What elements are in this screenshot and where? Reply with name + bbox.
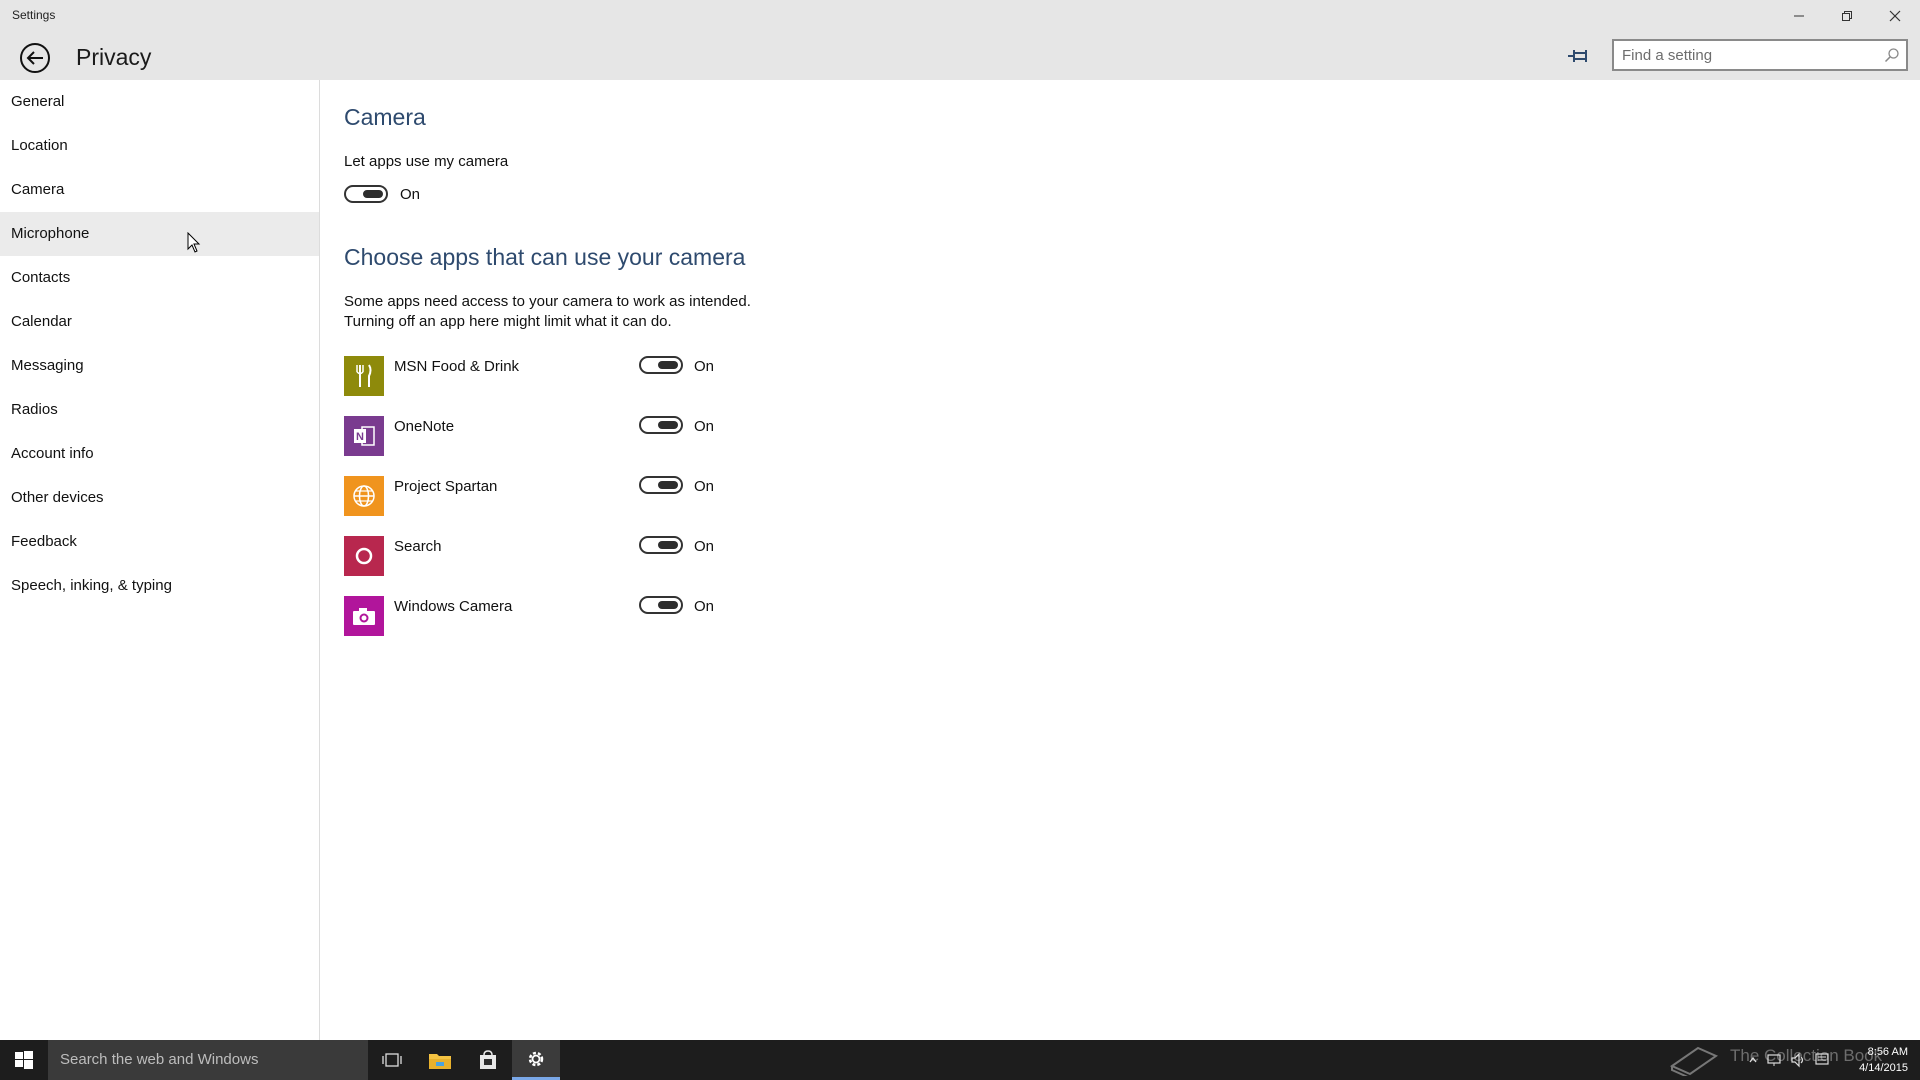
find-setting-search[interactable] [1612, 39, 1908, 71]
let-apps-toggle-state: On [400, 186, 421, 203]
app-toggle-state: On [694, 418, 715, 435]
action-center-icon[interactable] [1814, 1052, 1830, 1068]
close-icon [1889, 10, 1901, 22]
store-button[interactable] [464, 1040, 512, 1080]
search-app-toggle[interactable] [639, 536, 683, 554]
toggle-knob [658, 481, 678, 489]
start-button[interactable] [0, 1040, 48, 1080]
restore-button[interactable] [1824, 0, 1870, 32]
let-apps-use-camera-toggle[interactable] [344, 185, 388, 203]
sidebar-item-radios[interactable]: Radios [0, 388, 319, 432]
app-name: Search [394, 538, 442, 555]
file-explorer-button[interactable] [416, 1040, 464, 1080]
taskbar: Search the web and Windows The Collectio… [0, 1040, 1920, 1080]
msn-food-drink-toggle[interactable] [639, 356, 683, 374]
store-bag-icon [480, 1050, 496, 1069]
task-view-button[interactable] [368, 1040, 416, 1080]
system-tray [1748, 1052, 1830, 1068]
choose-apps-heading: Choose apps that can use your camera [344, 244, 746, 270]
minimize-button[interactable] [1776, 0, 1822, 32]
sidebar-item-speech-inking-typing[interactable]: Speech, inking, & typing [0, 564, 319, 608]
let-apps-use-camera-label: Let apps use my camera [344, 153, 509, 170]
project-spartan-toggle[interactable] [639, 476, 683, 494]
close-button[interactable] [1872, 0, 1918, 32]
page-title: Privacy [76, 44, 152, 70]
search-ring-icon [355, 547, 373, 565]
find-setting-input[interactable] [1614, 41, 1864, 69]
app-toggle-state: On [694, 538, 715, 555]
app-toggle-state: On [694, 478, 715, 495]
description-line: Turning off an app here might limit what… [344, 313, 672, 330]
network-icon[interactable] [1766, 1052, 1782, 1068]
project-spartan-tile [344, 476, 384, 516]
title-bar: Settings [0, 0, 1920, 32]
toggle-knob [363, 190, 383, 198]
app-toggle-state: On [694, 358, 715, 375]
pin-icon [1568, 50, 1587, 62]
pin-to-start-button[interactable] [1566, 46, 1590, 66]
sidebar-item-camera[interactable]: Camera [0, 168, 319, 212]
onenote-tile: N [344, 416, 384, 456]
app-row-windows-camera: Windows Camera On [344, 596, 764, 640]
sidebar-item-microphone[interactable]: Microphone [0, 212, 319, 256]
clock-time: 8:56 AM [1867, 1046, 1908, 1058]
back-button[interactable] [18, 41, 52, 75]
sidebar-item-messaging[interactable]: Messaging [0, 344, 319, 388]
app-name: MSN Food & Drink [394, 358, 520, 375]
window-title: Settings [12, 8, 56, 22]
choose-apps-description: Some apps need access to your camera to … [344, 292, 751, 332]
onenote-icon: N [354, 426, 375, 446]
food-drink-icon [356, 364, 372, 387]
book-logo-icon [1669, 1046, 1719, 1076]
volume-icon[interactable] [1790, 1052, 1806, 1068]
toggle-knob [658, 601, 678, 609]
sidebar-item-location[interactable]: Location [0, 124, 319, 168]
gear-icon [528, 1051, 544, 1066]
mouse-cursor-icon [187, 232, 201, 253]
settings-taskbar-button[interactable] [512, 1040, 560, 1080]
task-view-icon [382, 1053, 402, 1067]
show-hidden-icons-chevron-icon[interactable] [1748, 1052, 1758, 1068]
description-line: Some apps need access to your camera to … [344, 293, 751, 310]
toggle-knob [658, 421, 678, 429]
globe-icon [353, 485, 375, 507]
privacy-sidebar: General Location Camera Microphone Conta… [0, 80, 320, 1040]
app-row-project-spartan: Project Spartan On [344, 476, 764, 520]
taskbar-search-placeholder: Search the web and Windows [60, 1051, 259, 1068]
sidebar-item-contacts[interactable]: Contacts [0, 256, 319, 300]
restore-icon [1842, 11, 1852, 21]
windows-logo-icon [15, 1051, 33, 1069]
app-row-search: Search On [344, 536, 764, 580]
sidebar-item-account-info[interactable]: Account info [0, 432, 319, 476]
minimize-icon [1794, 15, 1804, 17]
svg-text:N: N [356, 431, 364, 443]
search-app-tile [344, 536, 384, 576]
search-icon[interactable] [1884, 47, 1900, 63]
app-row-msn-food-drink: MSN Food & Drink On [344, 356, 764, 400]
windows-camera-tile [344, 596, 384, 636]
app-name: Project Spartan [394, 478, 498, 495]
toggle-knob [658, 361, 678, 369]
onenote-toggle[interactable] [639, 416, 683, 434]
msn-food-drink-tile [344, 356, 384, 396]
app-name: OneNote [394, 418, 455, 435]
taskbar-clock[interactable]: 8:56 AM 4/14/2015 [1848, 1044, 1908, 1076]
sidebar-item-feedback[interactable]: Feedback [0, 520, 319, 564]
app-toggle-state: On [694, 598, 715, 615]
sidebar-item-calendar[interactable]: Calendar [0, 300, 319, 344]
app-name: Windows Camera [394, 598, 513, 615]
windows-camera-toggle[interactable] [639, 596, 683, 614]
taskbar-search-box[interactable]: Search the web and Windows [48, 1040, 368, 1080]
folder-icon [429, 1054, 451, 1069]
sidebar-item-other-devices[interactable]: Other devices [0, 476, 319, 520]
camera-icon [353, 608, 375, 625]
sidebar-item-general[interactable]: General [0, 80, 319, 124]
toggle-knob [658, 541, 678, 549]
camera-heading: Camera [344, 104, 426, 130]
page-header: Privacy [0, 32, 1920, 80]
app-row-onenote: N OneNote On [344, 416, 764, 460]
clock-date: 4/14/2015 [1859, 1062, 1908, 1074]
back-arrow-icon [20, 43, 50, 73]
